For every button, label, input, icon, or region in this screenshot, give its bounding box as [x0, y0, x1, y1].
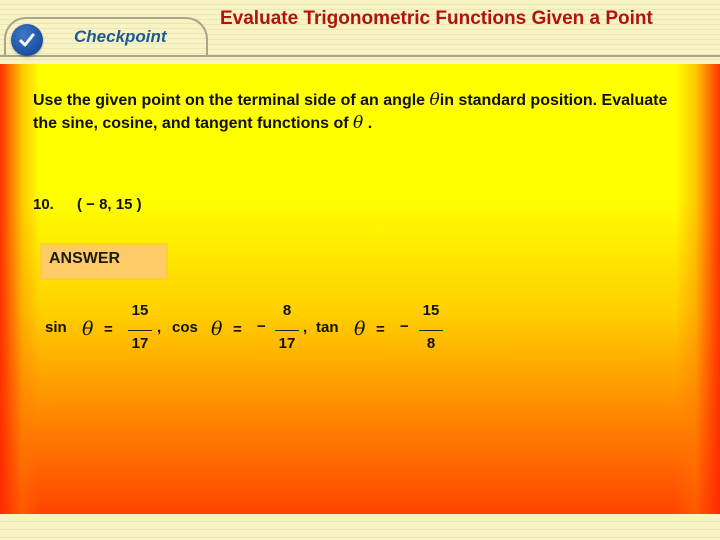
cos-denominator: 17: [278, 335, 296, 352]
checkmark-icon: [11, 24, 43, 56]
separator: ,: [157, 319, 162, 336]
tan-fraction: 15 8: [415, 302, 447, 352]
instructions-text-3: .: [363, 115, 373, 132]
fraction-bar: [419, 330, 443, 331]
fraction-bar: [275, 330, 299, 331]
header-divider: [0, 55, 720, 57]
answer-label: ANSWER: [49, 250, 121, 267]
instructions-text-1: Use the given point on the terminal side…: [33, 92, 430, 109]
tan-numerator: 15: [422, 302, 440, 319]
cos-label: cos: [172, 319, 198, 336]
problem-point: ( − 8, 15 ): [77, 196, 142, 213]
sin-numerator: 15: [131, 302, 149, 319]
problem-number: 10.: [33, 196, 54, 213]
theta-symbol: θ: [354, 318, 366, 340]
instructions: Use the given point on the terminal side…: [33, 89, 673, 135]
cos-fraction: 8 17: [271, 302, 303, 352]
theta-symbol: θ: [353, 113, 364, 133]
cos-sign: −: [257, 318, 266, 335]
checkpoint-label: Checkpoint: [74, 27, 167, 46]
theta-symbol: θ: [211, 318, 223, 340]
problem: 10. ( − 8, 15 ): [33, 196, 142, 213]
fraction-bar: [128, 330, 152, 331]
cos-numerator: 8: [282, 302, 292, 319]
sin-denominator: 17: [131, 335, 149, 352]
tan-denominator: 8: [426, 335, 436, 352]
tan-sign: −: [400, 318, 409, 335]
answer-button[interactable]: ANSWER: [42, 245, 166, 278]
footer-bar: [0, 514, 720, 540]
sin-fraction: 15 17: [124, 302, 156, 352]
tan-label: tan: [316, 319, 339, 336]
answer-formula: sin θ = 15 17 , cos θ = − 8 17 , tan θ =…: [0, 300, 720, 370]
theta-symbol: θ: [429, 90, 440, 110]
equals-sign: =: [376, 321, 385, 338]
equals-sign: =: [233, 321, 242, 338]
sin-label: sin: [45, 319, 67, 336]
separator: ,: [303, 319, 308, 336]
page-title: Evaluate Trigonometric Functions Given a…: [220, 8, 653, 29]
equals-sign: =: [104, 321, 113, 338]
theta-symbol: θ: [82, 318, 94, 340]
